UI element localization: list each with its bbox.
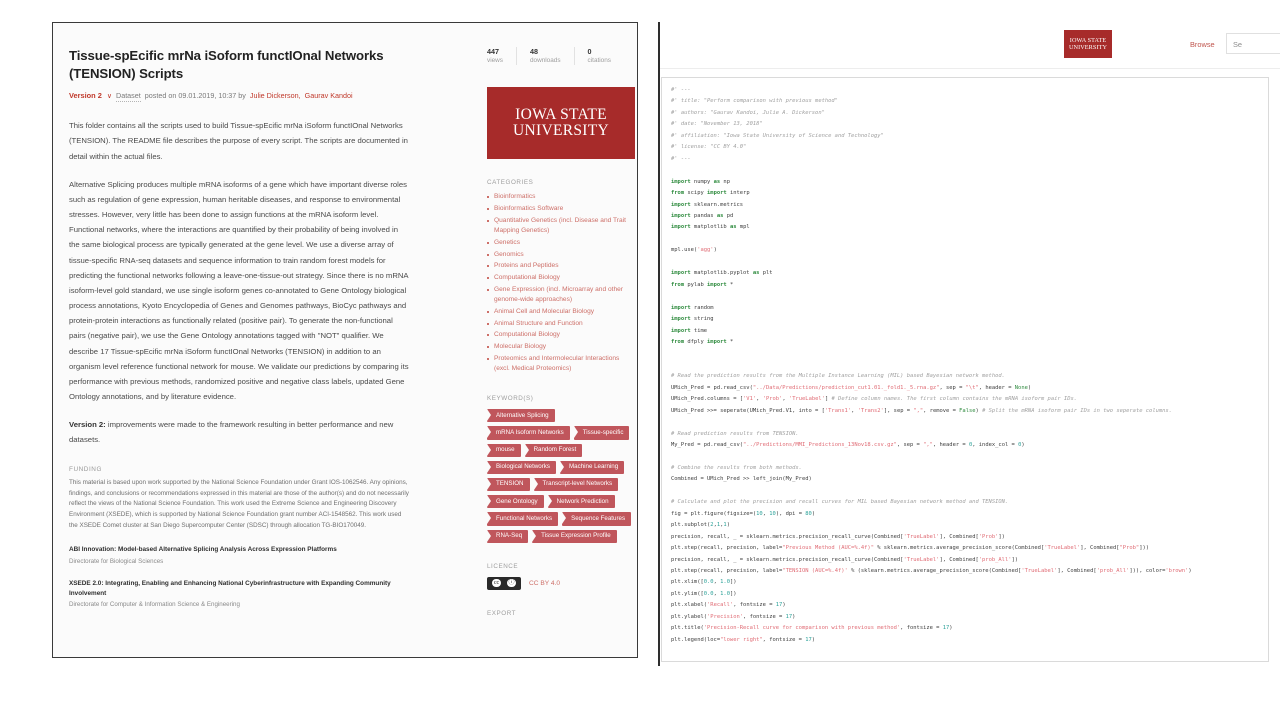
- keyword-tag[interactable]: Tissue-specific: [573, 426, 630, 440]
- keyword-tag[interactable]: Tissue Expression Profile: [532, 529, 617, 543]
- code-preview-panel[interactable]: #' --- #' title: "Perform comparison wit…: [661, 77, 1269, 662]
- keyword-tag[interactable]: TENSION: [487, 477, 530, 492]
- stat-views: 447 views: [487, 47, 517, 66]
- category-item[interactable]: Genetics: [487, 238, 627, 249]
- grant-title-1: ABI Innovation: Model-based Alternative …: [69, 546, 337, 554]
- grant-subtitle-2: Directorate for Computer & Information S…: [69, 601, 240, 609]
- licence-row: cc ⓘ CC BY 4.0: [487, 576, 625, 590]
- licence-label: LICENCE: [487, 562, 519, 570]
- keyword-tag[interactable]: RNA-Seq: [487, 529, 529, 543]
- page-title: Tissue-spEcific mrNa iSoform functIOnal …: [69, 48, 384, 81]
- views-label: views: [487, 56, 503, 64]
- logo-line-1: Iowa State: [515, 105, 607, 123]
- keyword-tag[interactable]: Network Prediction: [547, 495, 615, 509]
- stats-row: 447 views 48 downloads 0 citations: [487, 47, 625, 66]
- version-note-bold: Version 2:: [69, 420, 106, 430]
- keyword-tag[interactable]: Biological Networks: [487, 460, 556, 474]
- dataset-sidebar: 447 views 48 downloads 0 citations Iowa …: [429, 31, 635, 617]
- category-item[interactable]: Animal Cell and Molecular Biology: [487, 307, 627, 318]
- dataset-page-content: Tissue-spEcific mrNa iSoform functIOnal …: [53, 23, 637, 657]
- citations-count: 0: [587, 47, 592, 56]
- category-item[interactable]: Proteomics and Intermolecular Interactio…: [487, 354, 627, 375]
- category-item[interactable]: Proteins and Peptides: [487, 261, 627, 272]
- funding-section-label: FUNDING: [69, 465, 102, 473]
- categories-list: Bioinformatics Bioinformatics Software Q…: [487, 192, 627, 375]
- header-iowa-state-logo[interactable]: Iowa State University: [1064, 30, 1112, 58]
- dataset-type-label[interactable]: Dataset: [116, 91, 141, 103]
- category-item[interactable]: Computational Biology: [487, 330, 627, 341]
- creative-commons-icon: cc ⓘ: [487, 576, 521, 590]
- category-item[interactable]: Bioinformatics Software: [487, 204, 627, 215]
- article-column: Tissue-spEcific mrNa iSoform functIOnal …: [69, 31, 409, 609]
- category-item[interactable]: Bioinformatics: [487, 192, 627, 203]
- search-input[interactable]: Se: [1226, 33, 1280, 54]
- keyword-tag[interactable]: mRNA Isoform Networks: [487, 426, 570, 440]
- cc-by-glyph-circle: ⓘ: [507, 578, 516, 588]
- keyword-tag[interactable]: Alternative Splicing: [487, 409, 555, 423]
- dataset-page-window: Tissue-spEcific mrNa iSoform functIOnal …: [52, 22, 638, 658]
- author-link-2[interactable]: Gaurav Kandoi: [305, 91, 353, 101]
- category-item[interactable]: Animal Structure and Function: [487, 319, 627, 330]
- keyword-tag[interactable]: mouse: [487, 443, 521, 457]
- category-item[interactable]: Quantitative Genetics (incl. Disease and…: [487, 216, 627, 237]
- stat-citations: 0 citations: [588, 47, 624, 65]
- keywords-list: Alternative Splicing mRNA Isoform Networ…: [487, 409, 633, 543]
- keyword-tag[interactable]: Machine Learning: [560, 460, 625, 474]
- version-selector[interactable]: Version 2: [69, 91, 102, 101]
- author-link-1[interactable]: Julie Dickerson,: [250, 91, 301, 101]
- header-logo-line-2: University: [1068, 44, 1108, 51]
- cc-glyph-circle: cc: [492, 578, 501, 588]
- categories-label: CATEGORIES: [487, 179, 534, 187]
- posted-date-text: posted on 09.01.2019, 10:37 by: [144, 91, 246, 101]
- keyword-tag[interactable]: Transcript-level Networks: [533, 477, 619, 492]
- article-meta: Version 2 ∨ Dataset posted on 09.01.2019…: [69, 91, 409, 103]
- category-item[interactable]: Genomics: [487, 250, 627, 261]
- site-header: Iowa State University Browse Se: [660, 22, 1280, 69]
- licence-value[interactable]: CC BY 4.0: [529, 580, 560, 587]
- iowa-state-university-logo: Iowa State University: [487, 87, 635, 160]
- keyword-tag[interactable]: Random Forest: [524, 443, 583, 457]
- keywords-label: KEYWORD(S): [487, 395, 534, 403]
- export-label: EXPORT: [487, 609, 517, 617]
- downloads-count: 48: [529, 47, 538, 56]
- screenshot-root: Tissue-spEcific mrNa iSoform functIOnal …: [0, 0, 1280, 702]
- stat-downloads: 48 downloads: [529, 47, 575, 66]
- keyword-tag[interactable]: Sequence Features: [562, 512, 632, 526]
- category-item[interactable]: Gene Expression (incl. Microarray and ot…: [487, 285, 627, 306]
- description-paragraph-2: Alternative Splicing produces multiple m…: [69, 179, 409, 402]
- category-item[interactable]: Molecular Biology: [487, 342, 627, 353]
- category-item[interactable]: Computational Biology: [487, 273, 627, 284]
- grant-title-2: XSEDE 2.0: Integrating, Enabling and Enh…: [69, 579, 391, 597]
- logo-line-2: University: [513, 122, 609, 140]
- code-viewer-window: Iowa State University Browse Se #' --- #…: [658, 22, 1280, 666]
- search-placeholder: Se: [1233, 40, 1243, 49]
- keyword-tag[interactable]: Functional Networks: [487, 512, 559, 526]
- code-block: #' --- #' title: "Perform comparison wit…: [671, 87, 1192, 643]
- funding-text: This material is based upon work support…: [69, 478, 409, 530]
- browse-link[interactable]: Browse: [1190, 40, 1215, 49]
- chevron-down-icon[interactable]: ∨: [107, 92, 112, 102]
- version-note: Version 2: improvements were made to the…: [69, 417, 409, 447]
- citations-label: citations: [587, 56, 611, 64]
- downloads-label: downloads: [529, 56, 561, 64]
- grant-subtitle-1: Directorate for Biological Sciences: [69, 557, 164, 565]
- version-note-rest: improvements were made to the framework …: [69, 420, 394, 445]
- description-paragraph-1: This folder contains all the scripts use…: [69, 121, 408, 161]
- keyword-tag[interactable]: Gene Ontology: [487, 495, 544, 509]
- header-logo-line-1: Iowa State: [1069, 36, 1107, 44]
- views-count: 447: [487, 47, 499, 56]
